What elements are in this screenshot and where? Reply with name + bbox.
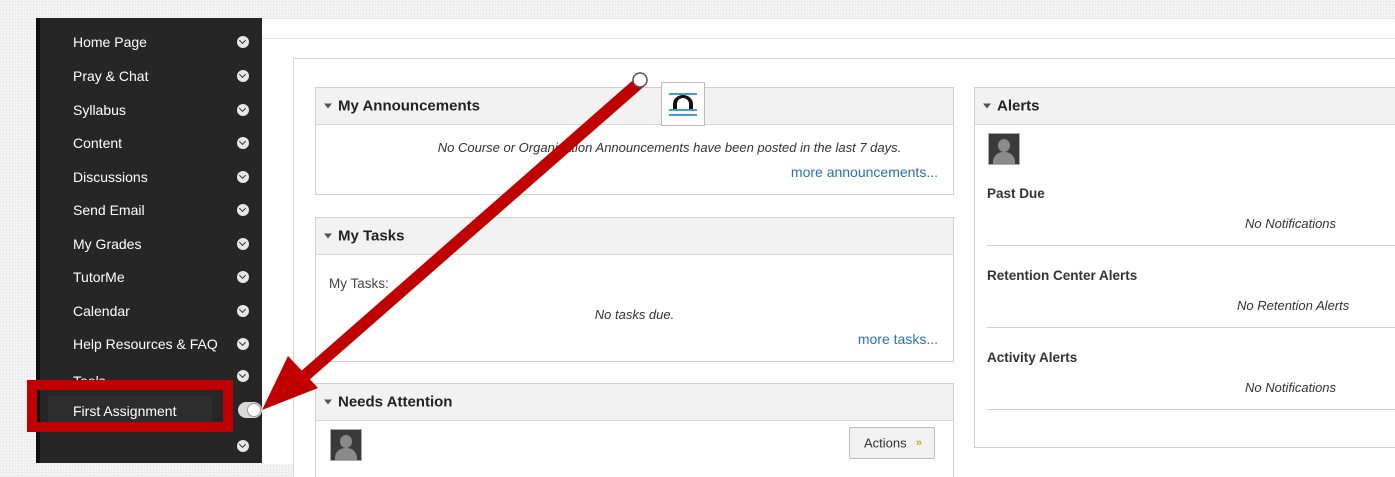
module-header[interactable]: Alerts	[975, 88, 1395, 125]
sidebar-item-help-resources[interactable]: Help Resources & FAQ	[40, 329, 262, 359]
sidebar-item-next[interactable]	[40, 434, 262, 464]
caret-down-icon[interactable]	[324, 399, 332, 405]
content-divider	[262, 38, 1395, 39]
alert-section-message: No Notifications	[1245, 216, 1337, 231]
tasks-empty-message: No tasks due.	[594, 307, 675, 322]
sidebar-item-label: Calendar	[73, 303, 130, 319]
sidebar-item-pray-chat[interactable]: Pray & Chat	[40, 61, 262, 91]
chevron-down-icon[interactable]	[237, 36, 249, 48]
sidebar-item-label: Syllabus	[73, 102, 126, 118]
sidebar-item-my-grades[interactable]: My Grades	[40, 229, 262, 259]
more-tasks-link[interactable]: more tasks...	[858, 331, 938, 347]
sidebar-item-label: Pray & Chat	[73, 68, 149, 84]
tasks-label: My Tasks:	[329, 276, 389, 291]
module-header[interactable]: My Announcements	[316, 88, 953, 125]
chevron-down-icon[interactable]	[237, 338, 249, 350]
drag-toggle[interactable]	[238, 402, 262, 418]
sidebar-item-label: My Grades	[73, 236, 142, 252]
divider	[987, 245, 1395, 246]
chevron-down-icon[interactable]	[237, 370, 249, 382]
module-header[interactable]: My Tasks	[316, 218, 953, 255]
chevron-down-icon[interactable]	[237, 137, 249, 149]
sidebar-item-discussions[interactable]: Discussions	[40, 162, 262, 192]
alert-section-title: Activity Alerts	[987, 350, 1078, 365]
actions-label: Actions	[864, 435, 907, 451]
sidebar-item-label: Home Page	[73, 34, 147, 50]
toggle-knob-icon	[247, 403, 261, 417]
module-title: Needs Attention	[338, 393, 453, 411]
avatar	[988, 133, 1020, 165]
module-title: My Announcements	[338, 97, 480, 115]
sidebar-item-label: TutorMe	[73, 269, 125, 285]
caret-down-icon[interactable]	[324, 103, 332, 109]
chevron-down-icon[interactable]	[237, 171, 249, 183]
sidebar-item-label: Send Email	[73, 202, 145, 218]
highlight-box	[27, 380, 233, 432]
sidebar-item-label: Help Resources & FAQ	[73, 336, 218, 352]
sidebar-item-calendar[interactable]: Calendar	[40, 296, 262, 326]
chevron-down-icon[interactable]	[237, 70, 249, 82]
sidebar-item-label: Discussions	[73, 169, 148, 185]
arch-icon	[669, 93, 697, 116]
alerts-module: Alerts Past Due No Notifications Retenti…	[974, 87, 1395, 448]
sidebar-item-tutorme[interactable]: TutorMe	[40, 262, 262, 292]
chevron-double-down-icon: »	[915, 437, 922, 449]
more-announcements-link[interactable]: more announcements...	[791, 164, 938, 180]
chevron-down-icon[interactable]	[237, 238, 249, 250]
chevron-down-icon[interactable]	[237, 271, 249, 283]
announcements-empty-message: No Course or Organization Announcements …	[437, 140, 902, 155]
module-title: Alerts	[997, 97, 1040, 115]
sidebar-item-send-email[interactable]: Send Email	[40, 195, 262, 225]
module-title: My Tasks	[338, 227, 405, 245]
divider	[987, 409, 1395, 410]
sidebar-item-content[interactable]: Content	[40, 128, 262, 158]
caret-down-icon[interactable]	[983, 103, 991, 109]
chevron-down-icon[interactable]	[237, 204, 249, 216]
alert-section-message: No Notifications	[1245, 380, 1337, 395]
alert-section-title: Past Due	[987, 186, 1045, 201]
module-icon[interactable]	[661, 82, 705, 126]
actions-button[interactable]: Actions »	[849, 427, 935, 459]
tasks-module: My Tasks My Tasks: No tasks due. more ta…	[315, 217, 954, 362]
divider	[987, 327, 1395, 328]
sidebar-item-syllabus[interactable]: Syllabus	[40, 95, 262, 125]
sidebar-item-label: Content	[73, 135, 123, 151]
avatar	[330, 429, 362, 461]
module-header[interactable]: Needs Attention	[316, 384, 953, 421]
caret-down-icon[interactable]	[324, 233, 332, 239]
announcements-module: My Announcements No Course or Organizati…	[315, 87, 954, 195]
chevron-down-icon[interactable]	[237, 104, 249, 116]
alert-section-message: No Retention Alerts	[1237, 298, 1350, 313]
alert-section-title: Retention Center Alerts	[987, 268, 1138, 283]
chevron-down-icon[interactable]	[237, 305, 249, 317]
chevron-down-icon[interactable]	[237, 440, 249, 452]
sidebar-item-home-page[interactable]: Home Page	[40, 27, 262, 57]
